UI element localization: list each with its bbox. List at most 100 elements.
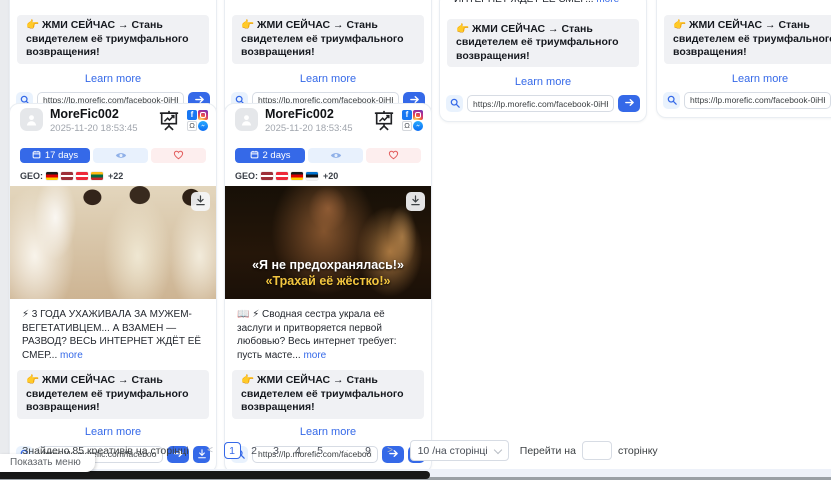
page-button-5[interactable]: 5	[312, 442, 329, 459]
landing-url-input[interactable]	[467, 95, 614, 112]
creatives-library-page: 👉 ЖМИ СЕЙЧАС → Стань свидетелем её триум…	[0, 0, 831, 480]
advertiser-name[interactable]: MoreFic002	[50, 108, 158, 121]
promo-text: 👉 ЖМИ СЕЙЧАС → Стань свидетелем её триум…	[17, 15, 209, 64]
advertiser-info: MoreFic002 2025-11-20 18:53:45	[265, 108, 373, 134]
flag-icon	[276, 172, 288, 180]
person-icon	[25, 113, 38, 126]
messenger-icon	[413, 121, 423, 131]
page-button-9[interactable]: 9	[360, 442, 377, 459]
card-header: MoreFic002 2025-11-20 18:53:45 f Ω	[225, 104, 431, 136]
advertiser-name[interactable]: MoreFic002	[265, 108, 373, 121]
pages-ellipsis[interactable]: ···	[334, 442, 355, 459]
ad-description: 📖 ⚡ Сводная сестра украла её заслуги и п…	[237, 308, 419, 362]
favorite-button[interactable]	[366, 148, 421, 163]
learn-more-link[interactable]: Learn more	[225, 73, 431, 85]
geo-more-count[interactable]: +22	[108, 171, 123, 181]
search-button[interactable]	[663, 92, 680, 109]
days-label: 2 days	[263, 150, 291, 161]
page-button-1[interactable]: 1	[224, 442, 241, 459]
flag-icon	[91, 172, 103, 180]
creative-image-wedding-scene[interactable]	[10, 186, 216, 299]
page-button-2[interactable]: 2	[246, 442, 263, 459]
header-icons: f Ω	[373, 110, 423, 136]
ad-description-tail: ИНТЕРНЕТ ЖДЁТ ЕЁ СМЕР... more	[454, 0, 632, 7]
views-button[interactable]	[308, 148, 363, 163]
eye-icon	[115, 148, 127, 163]
download-image-button[interactable]	[406, 192, 425, 211]
image-overlay-text: «Я не предохранялась!» «Трахай её жёстко…	[225, 257, 431, 289]
learn-more-link[interactable]: Learn more	[10, 426, 216, 438]
next-page-button[interactable]: >	[382, 442, 399, 459]
learn-more-link[interactable]: Learn more	[10, 73, 216, 85]
favorite-button[interactable]	[151, 148, 206, 163]
open-url-button[interactable]	[618, 95, 640, 112]
flag-icon	[306, 172, 318, 180]
flag-icon	[291, 172, 303, 180]
creative-date: 2025-11-20 18:53:45	[265, 123, 373, 134]
download-icon	[195, 194, 206, 209]
flag-icon	[76, 172, 88, 180]
instagram-icon	[198, 110, 208, 120]
geo-row: GEO: +20	[235, 171, 421, 181]
heart-icon	[173, 148, 184, 163]
creative-image-dark-glass-scene[interactable]: «Я не предохранялась!» «Трахай её жёстко…	[225, 186, 431, 299]
card-actions: 17 days	[20, 148, 206, 163]
flag-icon	[261, 172, 273, 180]
more-link[interactable]: more	[60, 350, 83, 361]
placement-icons: f Ω	[402, 110, 423, 131]
show-menu-tooltip[interactable]: Показать меню	[0, 454, 95, 472]
learn-more-link[interactable]: Learn more	[440, 76, 646, 88]
more-link[interactable]: more	[303, 350, 326, 361]
avatar	[235, 108, 258, 131]
person-icon	[240, 113, 253, 126]
audience-network-icon: Ω	[402, 121, 412, 131]
search-button[interactable]	[446, 95, 463, 112]
page-button-3[interactable]: 3	[268, 442, 285, 459]
geo-row: GEO: +22	[20, 171, 206, 181]
ad-card-partial: 👉 ЖМИ СЕЙЧАС → Стань свидетелем её триум…	[656, 0, 831, 118]
days-active-badge[interactable]: 17 days	[20, 148, 90, 163]
page-size-value: 10 /на сторінці	[418, 445, 488, 457]
pagination-bar: Знайдено 85 креативів на сторінці < 1 2 …	[22, 440, 658, 461]
calendar-icon	[32, 150, 41, 162]
overlay-line-1: «Я не предохранялась!»	[225, 257, 431, 273]
page-button-4[interactable]: 4	[290, 442, 307, 459]
card-header: MoreFic002 2025-11-20 18:53:45 f Ω	[10, 104, 216, 136]
days-active-badge[interactable]: 2 days	[235, 148, 305, 163]
geo-label: GEO:	[20, 171, 43, 181]
hidden-menu-bar[interactable]	[0, 471, 430, 479]
download-icon	[410, 194, 421, 209]
landing-url-input[interactable]	[684, 92, 831, 109]
days-label: 17 days	[45, 150, 78, 161]
learn-more-link[interactable]: Learn more	[225, 426, 431, 438]
more-link[interactable]: more	[596, 0, 619, 5]
facebook-icon: f	[187, 110, 197, 120]
presentation-chart-icon[interactable]	[373, 110, 395, 136]
goto-prefix-label: Перейти на	[520, 445, 576, 457]
facebook-icon: f	[402, 110, 412, 120]
ad-description: ⚡ 3 ГОДА УХАЖИВАЛА ЗА МУЖЕМ-ВЕГЕТАТИВЦЕМ…	[22, 308, 204, 362]
geo-more-count[interactable]: +20	[323, 171, 338, 181]
presentation-chart-icon[interactable]	[158, 110, 180, 136]
ad-card-partial: 👉 ЖМИ СЕЙЧАС → Стань свидетелем её триум…	[9, 0, 217, 118]
arrow-right-icon	[624, 96, 635, 111]
flag-icon	[61, 172, 73, 180]
url-row	[446, 95, 640, 112]
goto-page-input[interactable]	[582, 441, 612, 460]
ad-card-partial: ИНТЕРНЕТ ЖДЁТ ЕЁ СМЕР... more 👉 ЖМИ СЕЙЧ…	[439, 0, 647, 122]
learn-more-link[interactable]: Learn more	[657, 73, 831, 85]
url-row	[663, 92, 831, 109]
page-size-select[interactable]: 10 /на сторінці	[410, 440, 509, 461]
prev-page-button[interactable]: <	[202, 442, 219, 459]
search-icon	[450, 96, 460, 111]
messenger-icon	[198, 121, 208, 131]
download-image-button[interactable]	[191, 192, 210, 211]
header-icons: f Ω	[158, 110, 208, 136]
ad-card-partial: 👉 ЖМИ СЕЙЧАС → Стань свидетелем её триум…	[224, 0, 432, 118]
views-button[interactable]	[93, 148, 148, 163]
page-left-edge	[0, 0, 9, 480]
ad-card: MoreFic002 2025-11-20 18:53:45 f Ω 17 da…	[9, 103, 217, 473]
overlay-line-2: «Трахай её жёстко!»	[225, 273, 431, 289]
flag-icon	[46, 172, 58, 180]
avatar	[20, 108, 43, 131]
